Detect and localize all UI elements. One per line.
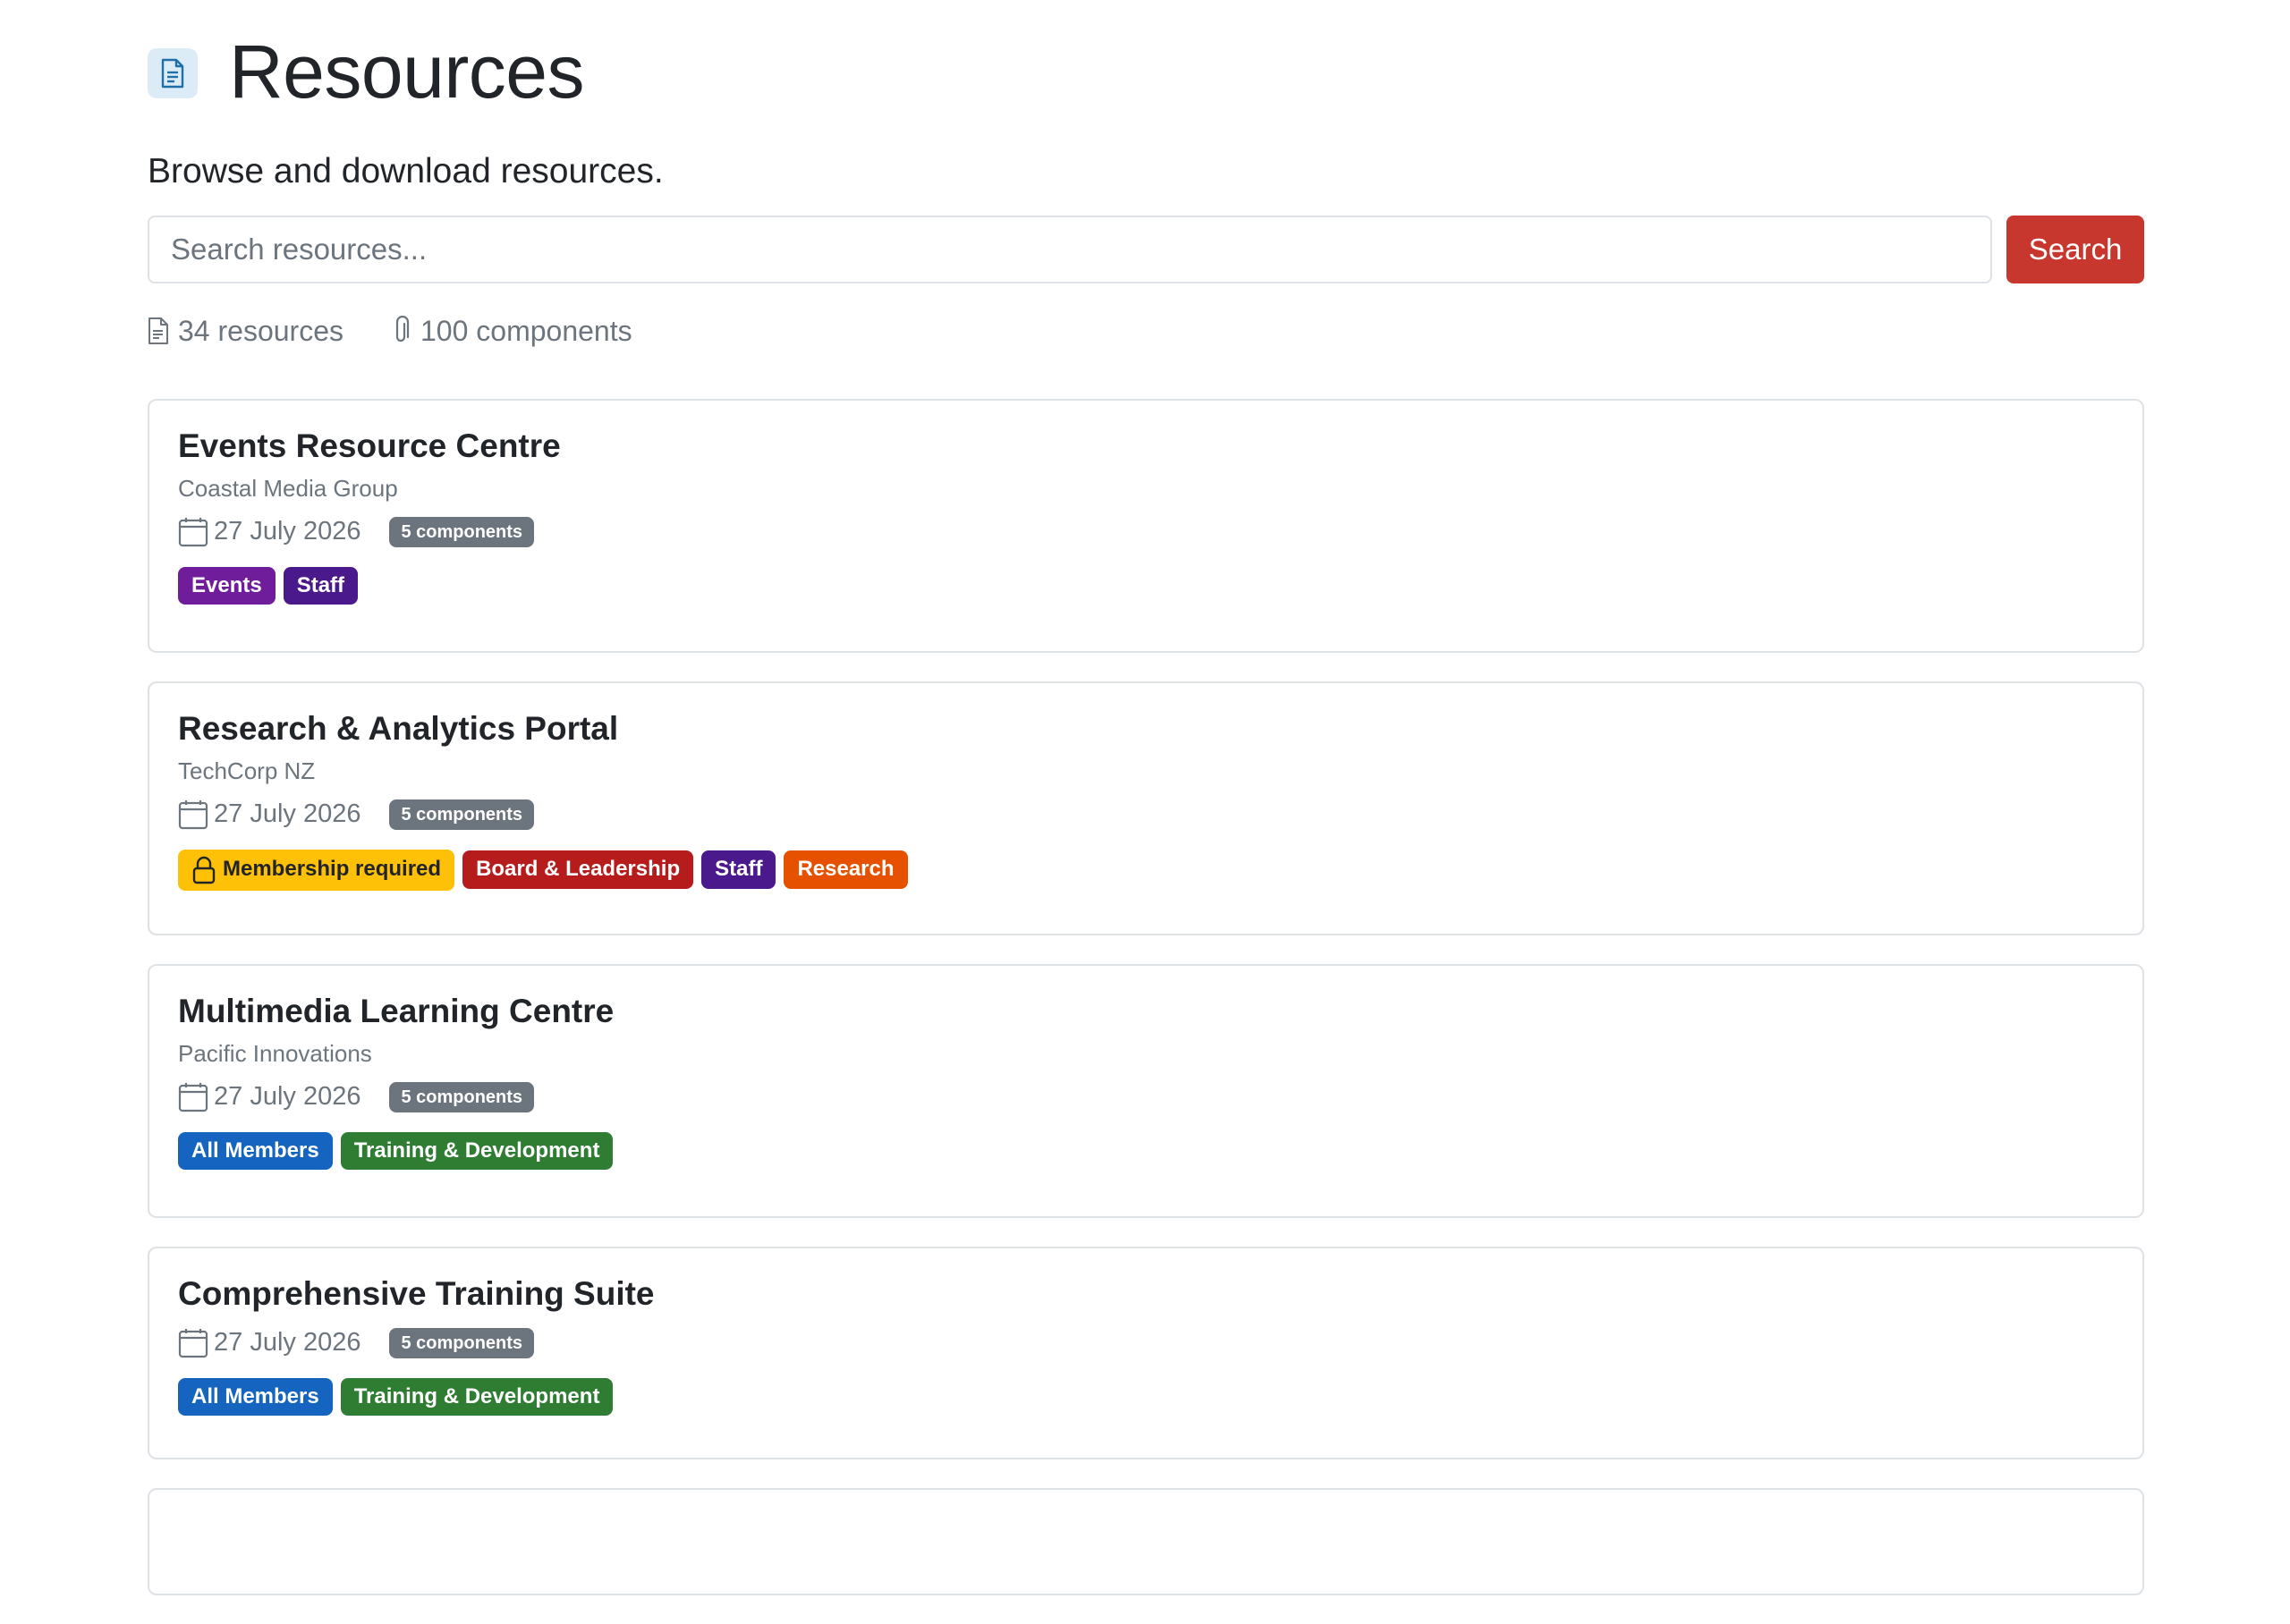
resource-organisation: Pacific Innovations bbox=[178, 1039, 372, 1067]
tag-research[interactable]: Research bbox=[784, 850, 908, 889]
resources-page: Resources Browse and download resources.… bbox=[148, 0, 2144, 1624]
resource-organisation: TechCorp NZ bbox=[178, 757, 316, 784]
resource-meta: 27 July 2026 5 components bbox=[178, 799, 2114, 830]
components-badge: 5 components bbox=[389, 1081, 535, 1112]
document-icon bbox=[148, 48, 198, 98]
resource-tags: All Members Training & Development bbox=[178, 1377, 2114, 1417]
tag-staff[interactable]: Staff bbox=[701, 850, 776, 889]
resource-meta: 27 July 2026 5 components bbox=[178, 1081, 2114, 1112]
resource-organisation: Coastal Media Group bbox=[178, 474, 398, 502]
page-header: Resources bbox=[148, 0, 2144, 143]
tag-all-members[interactable]: All Members bbox=[178, 1377, 333, 1417]
resource-title[interactable]: Multimedia Learning Centre bbox=[178, 993, 2114, 1031]
resource-tags: Membership required Board & Leadership S… bbox=[178, 849, 2114, 891]
calendar-icon bbox=[178, 799, 208, 829]
resource-title[interactable]: Research & Analytics Portal bbox=[178, 710, 2114, 749]
tag-training-development[interactable]: Training & Development bbox=[340, 1377, 614, 1417]
resource-date: 27 July 2026 bbox=[214, 517, 361, 546]
resource-tags: Events Staff bbox=[178, 566, 2114, 605]
page-subtitle: Browse and download resources. bbox=[148, 152, 664, 190]
tag-board-leadership[interactable]: Board & Leadership bbox=[462, 850, 694, 889]
calendar-icon bbox=[178, 517, 208, 546]
calendar-icon bbox=[178, 1082, 208, 1112]
search-input[interactable] bbox=[148, 216, 1993, 283]
search-button[interactable]: Search bbox=[2006, 216, 2144, 283]
components-badge: 5 components bbox=[389, 799, 535, 830]
resource-meta: 27 July 2026 5 components bbox=[178, 516, 2114, 547]
component-count: 100 components bbox=[390, 315, 632, 348]
membership-label: Membership required bbox=[223, 857, 442, 882]
document-outline-icon bbox=[148, 317, 168, 344]
membership-required-badge: Membership required bbox=[178, 849, 455, 891]
page-title: Resources bbox=[229, 30, 585, 114]
stats-row: 34 resources 100 components bbox=[148, 284, 2144, 377]
resource-card[interactable]: Multimedia Learning Centre Pacific Innov… bbox=[148, 964, 2144, 1218]
calendar-icon bbox=[178, 1328, 208, 1358]
lock-icon bbox=[192, 856, 216, 884]
component-count-label: 100 components bbox=[420, 314, 632, 347]
tag-events[interactable]: Events bbox=[178, 566, 276, 605]
resource-date: 27 July 2026 bbox=[214, 799, 361, 829]
resource-count: 34 resources bbox=[148, 315, 344, 348]
components-badge: 5 components bbox=[389, 1327, 535, 1358]
tag-training-development[interactable]: Training & Development bbox=[340, 1131, 614, 1171]
resource-date: 27 July 2026 bbox=[214, 1328, 361, 1358]
resource-card[interactable]: Research & Analytics Portal TechCorp NZ … bbox=[148, 681, 2144, 935]
components-badge: 5 components bbox=[389, 516, 535, 547]
resource-card[interactable] bbox=[148, 1488, 2144, 1595]
tag-all-members[interactable]: All Members bbox=[178, 1131, 333, 1171]
tag-staff[interactable]: Staff bbox=[283, 566, 359, 605]
resource-meta: 27 July 2026 5 components bbox=[178, 1327, 2114, 1358]
resource-title[interactable]: Comprehensive Training Suite bbox=[178, 1275, 2114, 1314]
resource-title[interactable]: Events Resource Centre bbox=[178, 427, 2114, 466]
resource-card[interactable]: Events Resource Centre Coastal Media Gro… bbox=[148, 399, 2144, 653]
search-bar: Search bbox=[148, 215, 2144, 284]
resource-date: 27 July 2026 bbox=[214, 1082, 361, 1112]
paperclip-icon bbox=[395, 316, 410, 343]
resource-card[interactable]: Comprehensive Training Suite 27 July 202… bbox=[148, 1247, 2144, 1459]
resource-list: Events Resource Centre Coastal Media Gro… bbox=[148, 399, 2144, 1595]
resource-count-label: 34 resources bbox=[178, 314, 344, 347]
resource-tags: All Members Training & Development bbox=[178, 1131, 2114, 1171]
